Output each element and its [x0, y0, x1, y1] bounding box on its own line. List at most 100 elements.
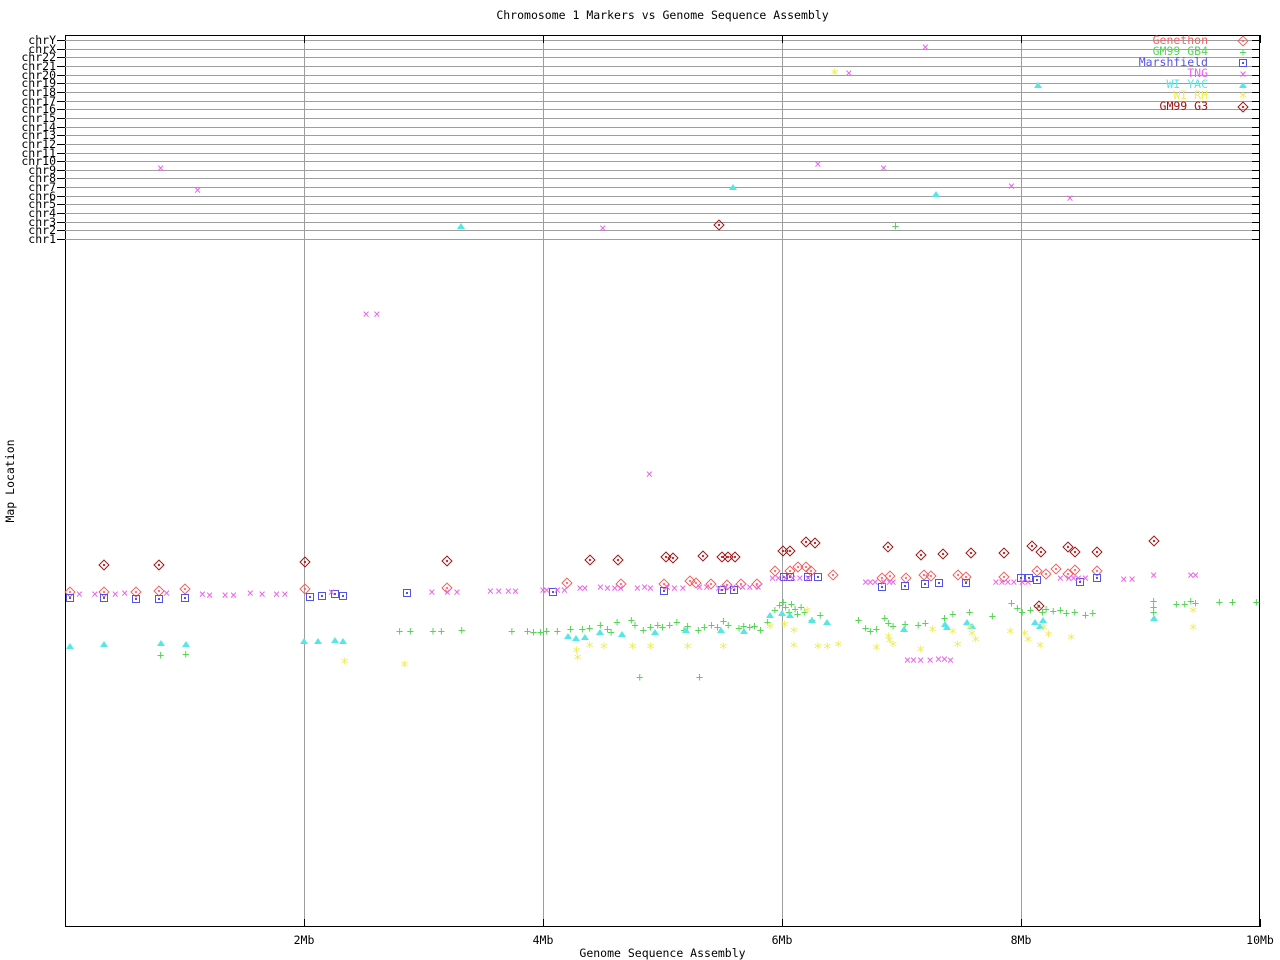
data-point-wi-yac [300, 638, 308, 644]
data-point-wi-yac [739, 628, 748, 634]
data-point-tng: × [511, 584, 520, 598]
data-point-wi-yac [65, 643, 74, 649]
data-point-wi-yac [617, 631, 626, 637]
y-tick-right [1252, 222, 1260, 223]
gridline-horizontal [65, 239, 1260, 240]
data-point-tng: × [121, 586, 129, 600]
y-tick [57, 57, 65, 58]
y-tick-right [1252, 118, 1260, 119]
y-tick-right [1252, 127, 1260, 128]
y-tick [57, 75, 65, 76]
data-point-tng: × [75, 587, 83, 601]
gridline-vertical [543, 35, 544, 927]
gridline-horizontal [65, 135, 1260, 136]
chart-canvas: Chromosome 1 Markers vs Genome Sequence … [0, 0, 1280, 960]
data-point-wi-yac [156, 640, 165, 646]
data-point-wi-yac [339, 638, 348, 644]
y-tick-right [1252, 49, 1260, 50]
data-point-marshfield [180, 594, 189, 602]
data-point-wi-rh: * [916, 642, 926, 661]
data-point-tng: × [373, 307, 381, 321]
data-point-marshfield [934, 579, 943, 587]
data-point-tng: × [599, 221, 607, 235]
data-point-wi-yac [1149, 615, 1158, 621]
y-tick-right [1252, 83, 1260, 84]
y-tick-right [1252, 101, 1260, 102]
legend-label: GM99 G3 [1159, 99, 1208, 113]
legend-marker-plus-icon: + [1239, 45, 1247, 59]
data-point-marshfield [921, 580, 930, 588]
y-tick [57, 92, 65, 93]
data-point-wi-yac [651, 629, 660, 635]
data-point-wi-rh: * [765, 619, 775, 638]
y-tick-right [1252, 92, 1260, 93]
y-tick [57, 178, 65, 179]
data-point-tng: × [889, 575, 897, 589]
data-point-tng: × [617, 581, 625, 595]
y-tick-right [1252, 239, 1260, 240]
data-point-wi-yac [766, 612, 775, 618]
data-point-tng: × [581, 581, 589, 595]
data-point-marshfield [339, 592, 348, 600]
x-tick-top [543, 35, 544, 43]
data-point-tng: × [814, 157, 822, 171]
gridline-horizontal [65, 153, 1260, 154]
y-tick [57, 49, 65, 50]
y-tick [57, 187, 65, 188]
data-point-gm99-gb4: + [406, 624, 414, 638]
legend-marker-square-open-icon [1239, 59, 1247, 67]
data-point-wi-rh: * [599, 639, 609, 658]
x-tick-label: 10Mb [1246, 933, 1274, 947]
data-point-gm99-gb4: + [891, 219, 900, 233]
y-tick-right [1252, 204, 1260, 205]
data-point-tng: × [428, 585, 436, 599]
y-tick-right [1252, 230, 1260, 231]
data-point-marshfield [131, 595, 140, 603]
data-point-wi-rh: * [585, 638, 595, 657]
data-point-tng: × [845, 66, 853, 80]
x-tick-top [782, 35, 783, 43]
data-point-wi-rh: * [953, 637, 963, 656]
data-point-tng: × [1150, 568, 1158, 582]
x-tick-top [304, 35, 305, 43]
data-point-gm99-gb4: + [988, 609, 996, 623]
gridline-horizontal [65, 222, 1260, 223]
gridline-horizontal [65, 118, 1260, 119]
data-point-tng: × [194, 183, 202, 197]
y-tick [57, 135, 65, 136]
x-tick-bottom [782, 919, 783, 927]
data-point-gm99-gb4: + [695, 670, 704, 684]
data-point-tng: × [645, 467, 653, 481]
y-tick-right [1252, 161, 1260, 162]
data-point-wi-rh: * [628, 639, 638, 658]
y-tick-right [1252, 170, 1260, 171]
gridline-horizontal [65, 196, 1260, 197]
y-tick [57, 170, 65, 171]
data-point-tng: × [258, 587, 266, 601]
data-point-marshfield [962, 579, 971, 587]
y-tick-right [1252, 213, 1260, 214]
y-tick [57, 66, 65, 67]
data-point-tng: × [646, 581, 655, 595]
x-tick-top [1260, 35, 1261, 43]
y-tick-right [1252, 135, 1260, 136]
data-point-gm99-gb4: + [965, 605, 974, 619]
data-point-wi-rh: * [1005, 624, 1015, 643]
data-point-tng: × [1066, 191, 1074, 205]
data-point-wi-rh: * [340, 654, 350, 673]
plot-border [65, 35, 1260, 927]
gridline-vertical [304, 35, 305, 927]
data-point-tng: × [1128, 572, 1136, 586]
data-point-wi-rh: * [833, 637, 843, 656]
y-tick [57, 144, 65, 145]
data-point-wi-yac [456, 223, 465, 229]
data-point-wi-rh: * [1066, 630, 1076, 649]
data-point-wi-rh: * [928, 622, 938, 641]
data-point-wi-rh: * [399, 657, 409, 676]
y-tick-right [1252, 196, 1260, 197]
data-point-gm99-gb4: + [437, 624, 446, 638]
y-tick-right [1252, 66, 1260, 67]
data-point-tng: × [327, 585, 336, 599]
data-point-gm99-gb4: + [182, 647, 190, 661]
data-point-wi-yac [596, 629, 605, 635]
